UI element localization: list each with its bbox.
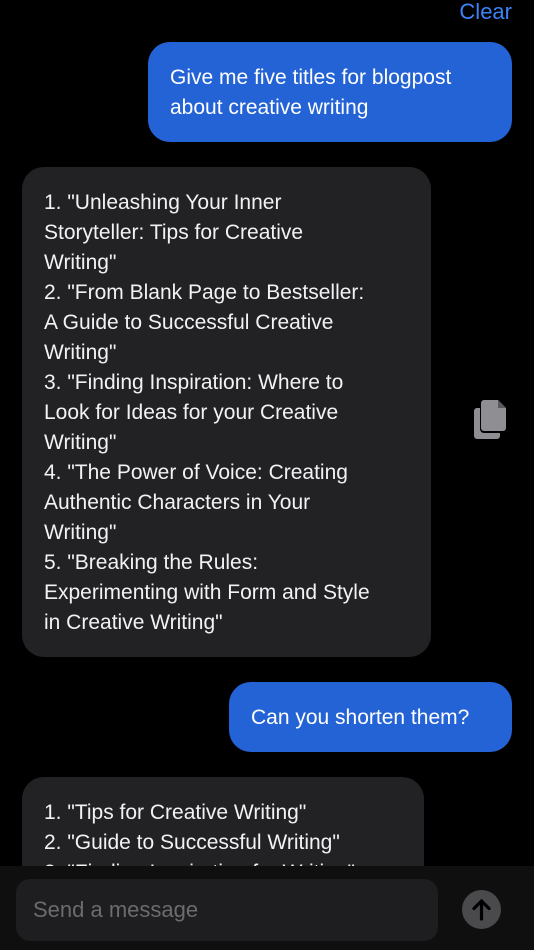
message-line: Give me five titles for blogpost [170,66,452,89]
message-input[interactable] [16,879,438,941]
message-line: Can you shorten them? [251,706,470,729]
message-line: A Guide to Successful Creative [44,311,334,334]
copy-icon [474,400,506,439]
user-message: Can you shorten them? [229,682,512,752]
message-line: in Creative Writing" [44,611,223,634]
message-line: 3. "Finding Inspiration for Writing" [44,858,402,866]
message-line: Writing" [44,341,117,364]
assistant-message: 1. "Tips for Creative Writing" 2. "Guide… [22,777,424,866]
message-line: 5. "Breaking the Rules: [44,551,259,574]
message-line: 4. "The Power of Voice: Creating [44,461,348,484]
message-line: 3. "Finding Inspiration: Where to [44,371,344,394]
message-line: Experimenting with Form and Style [44,581,370,604]
message-line: 1. "Tips for Creative Writing" [44,801,307,824]
send-button[interactable] [462,890,501,929]
message-line: Storyteller: Tips for Creative [44,221,304,244]
message-line: about creative writing [170,96,369,119]
arrow-up-icon [472,899,491,921]
message-line: Writing" [44,521,117,544]
message-line: 2. "From Blank Page to Bestseller: [44,281,365,304]
message-line: 2. "Guide to Successful Writing" [44,831,340,854]
user-message: Give me five titles for blogpost about c… [148,42,512,142]
message-line: Look for Ideas for your Creative [44,401,339,424]
chat-screen: Give me five titles for blogpost about c… [0,0,534,950]
assistant-message: 1. "Unleashing Your Inner Storyteller: T… [22,167,431,657]
copy-button[interactable] [472,398,508,440]
chat-history[interactable]: Give me five titles for blogpost about c… [0,0,534,866]
message-line: 1. "Unleashing Your Inner [44,191,282,214]
message-line: Authentic Characters in Your [44,491,311,514]
message-line: Writing" [44,431,117,454]
clear-button[interactable]: Clear [459,0,512,26]
message-line: Writing" [44,251,117,274]
